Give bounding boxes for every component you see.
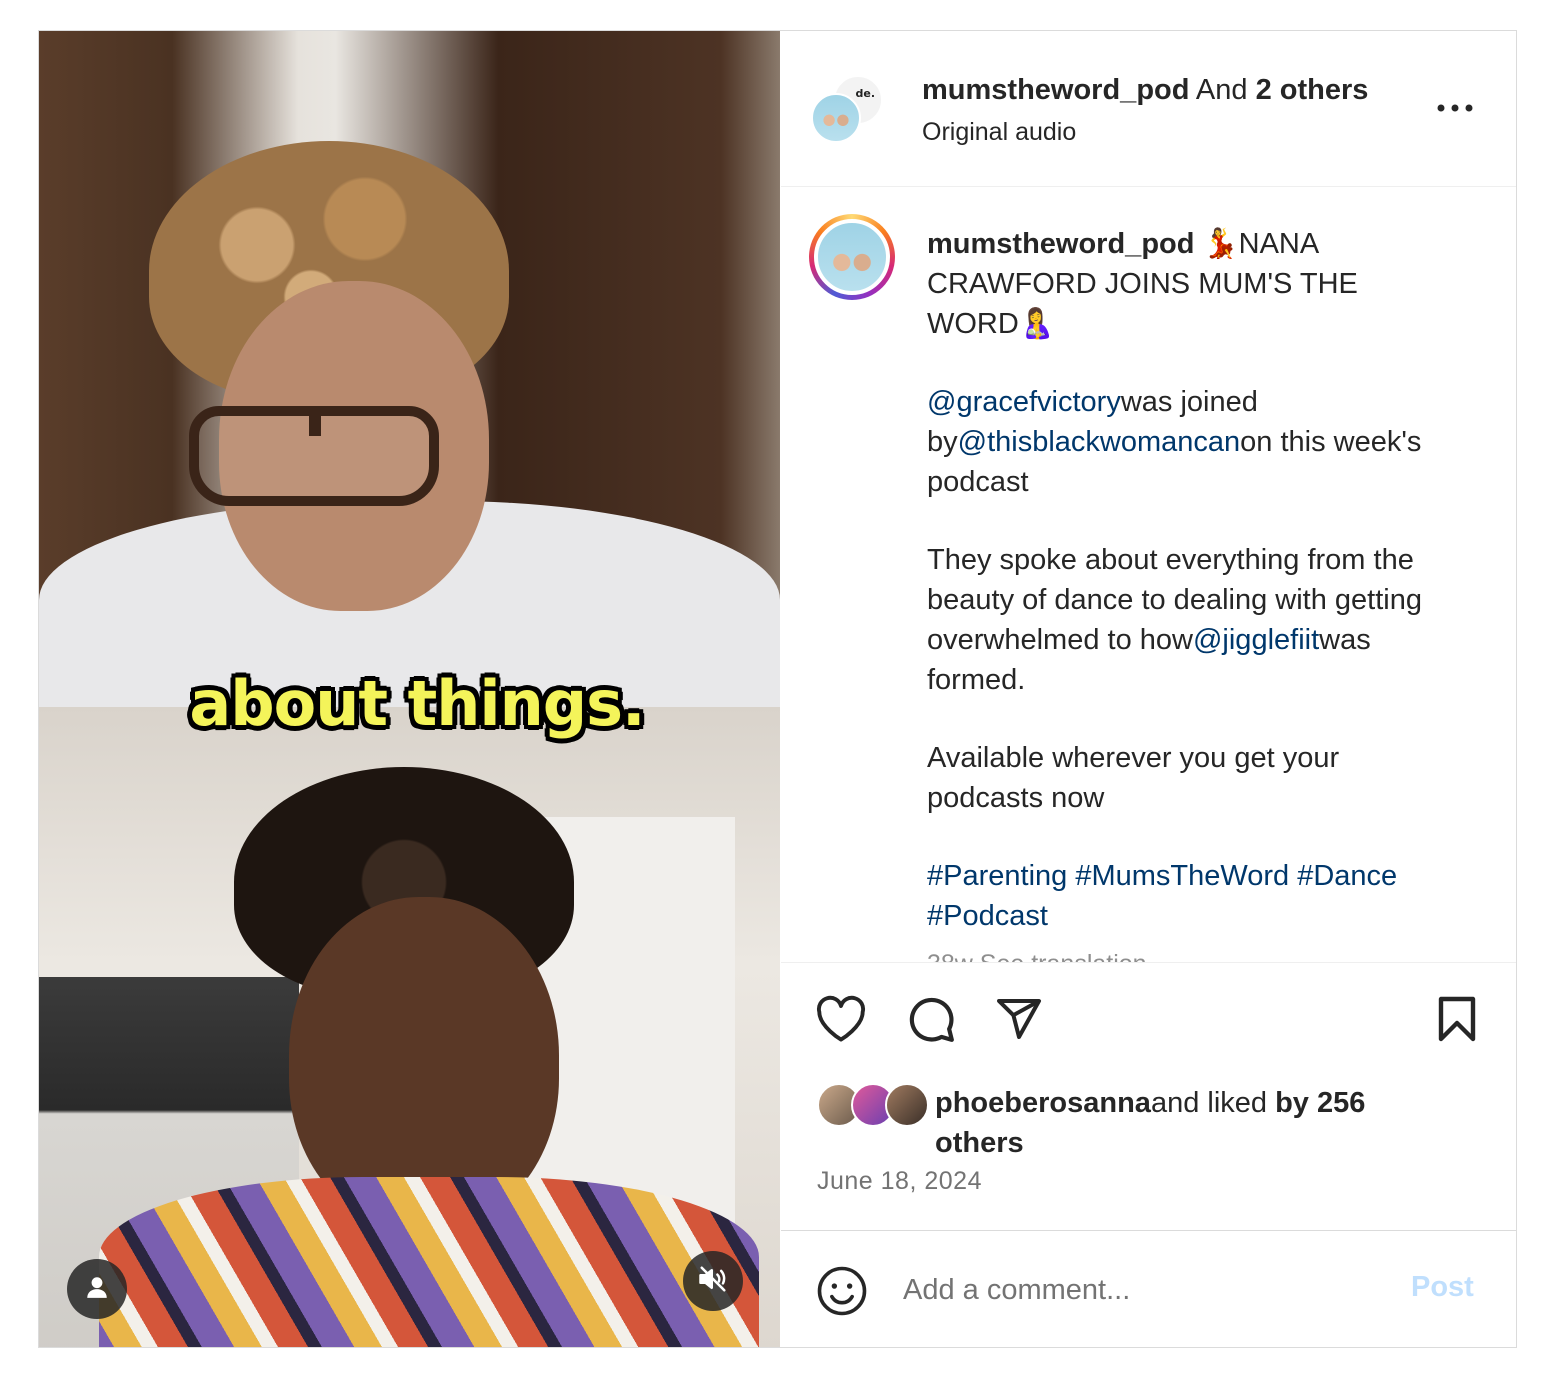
comment-button[interactable] (901, 991, 961, 1051)
caption-meta[interactable]: 38w See translation (927, 944, 1457, 962)
comment-composer: Post (781, 1230, 1516, 1347)
tagged-users-button[interactable] (67, 1259, 127, 1319)
caption-body: mumstheword_pod 💃NANA CRAWFORD JOINS MUM… (927, 224, 1457, 962)
user-tag-icon (84, 1274, 110, 1305)
caption-section: mumstheword_pod 💃NANA CRAWFORD JOINS MUM… (781, 188, 1516, 963)
original-audio-link[interactable]: Original audio (922, 115, 1076, 149)
video-frame-bottom (39, 707, 780, 1347)
muted-audio-icon (698, 1264, 728, 1299)
action-bar (781, 991, 1516, 1061)
post-date[interactable]: June 18, 2024 (817, 1167, 982, 1196)
hashtags[interactable]: #Parenting #MumsTheWord #Dance #Podcast (927, 856, 1457, 936)
mention-link[interactable]: @gracefvictory (927, 386, 1121, 418)
more-options-button[interactable] (1431, 93, 1479, 123)
liker-avatars[interactable] (817, 1083, 929, 1129)
mention-link[interactable]: @jigglefiit (1193, 624, 1319, 656)
avatar (885, 1083, 929, 1127)
collab-avatars[interactable]: de. (811, 73, 891, 153)
caption-username[interactable]: mumstheword_pod (927, 228, 1194, 260)
header-username-link[interactable]: mumstheword_pod (922, 74, 1189, 106)
more-dots-icon (1437, 99, 1473, 117)
paper-plane-icon (994, 995, 1044, 1048)
post-details-panel: de. mumstheword_pod And 2 others Origina… (781, 31, 1516, 1347)
post-card: about things. de. mumstheword_pod And 2 … (38, 30, 1517, 1348)
like-button[interactable] (811, 991, 871, 1051)
bookmark-icon (1436, 995, 1478, 1048)
caption-availability: Available wherever you get your podcasts… (927, 742, 1340, 814)
smiley-face-icon (815, 1266, 869, 1322)
reel-video[interactable]: about things. (39, 31, 780, 1347)
video-frame-top (39, 31, 780, 707)
caption-avatar[interactable] (809, 214, 895, 300)
likes-summary: phoeberosannaand liked by 256 others (817, 1083, 1497, 1173)
share-button[interactable] (989, 991, 1049, 1051)
header-others-link[interactable]: 2 others (1256, 74, 1369, 106)
save-button[interactable] (1427, 991, 1487, 1051)
mention-link[interactable]: @thisblackwomancan (958, 426, 1241, 458)
heart-icon (815, 995, 867, 1048)
collab-avatar-front (811, 93, 861, 143)
comment-input[interactable] (903, 1267, 1383, 1313)
mute-toggle-button[interactable] (683, 1251, 743, 1311)
post-header: de. mumstheword_pod And 2 others Origina… (781, 31, 1516, 187)
likes-text: phoeberosannaand liked by 256 others (935, 1087, 1366, 1159)
comment-bubble-icon (906, 994, 956, 1049)
video-subtitle: about things. (189, 667, 645, 740)
header-usernames: mumstheword_pod And 2 others (922, 74, 1369, 106)
emoji-picker-button[interactable] (815, 1264, 869, 1318)
post-comment-button[interactable]: Post (1411, 1271, 1474, 1304)
liker-username-link[interactable]: phoeberosanna (935, 1087, 1151, 1119)
